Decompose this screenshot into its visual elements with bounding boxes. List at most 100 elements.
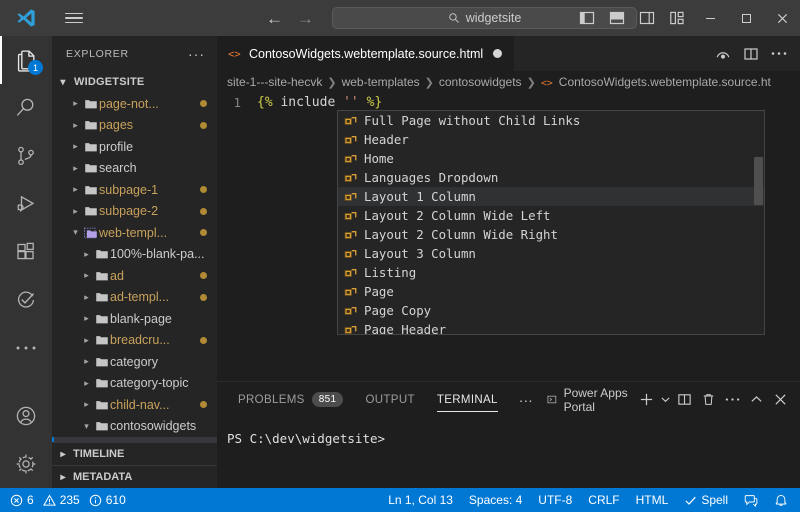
tree-item-page-not[interactable]: ▸ page-not...	[52, 93, 217, 115]
customize-layout-icon[interactable]	[662, 0, 692, 36]
tree-item-ad-templ[interactable]: ▸ ad-templ...	[52, 287, 217, 309]
tree-item-contosowidgets[interactable]: ▾ contosowidgets	[52, 416, 217, 438]
folder-icon	[93, 398, 110, 412]
panel-tab-output[interactable]: OUTPUT	[354, 382, 425, 417]
tree-item-search[interactable]: ▸ search	[52, 158, 217, 180]
terminal-profile-label: Power Apps Portal	[563, 385, 628, 414]
tree-item-subpage-1[interactable]: ▸ subpage-1	[52, 179, 217, 201]
status-problems[interactable]: 6 235 610	[10, 488, 126, 512]
close-panel-icon[interactable]	[768, 382, 792, 417]
navigation-controls: ← →	[266, 10, 314, 27]
terminal-output[interactable]: PS C:\dev\widgetsite>	[217, 417, 800, 446]
status-feedback[interactable]	[736, 488, 766, 512]
panel-more-actions-icon[interactable]	[720, 382, 744, 417]
open-preview-icon[interactable]	[710, 36, 736, 71]
suggestion-item[interactable]: Layout 2 Column Wide Right	[338, 225, 764, 244]
sidebar-section-timeline[interactable]: ▸ TIMELINE	[52, 442, 217, 465]
suggestion-item[interactable]: Page Header	[338, 320, 764, 334]
suggestion-item-label: Layout 3 Column	[364, 246, 476, 261]
tree-item-label: page-not...	[99, 96, 159, 111]
new-terminal-icon[interactable]	[634, 382, 658, 417]
minimize-button[interactable]	[692, 0, 728, 36]
maximize-button[interactable]	[728, 0, 764, 36]
tree-item-child-nav[interactable]: ▸ child-nav...	[52, 394, 217, 416]
terminal-profile-selector[interactable]: Power Apps Portal	[543, 386, 634, 414]
suggestion-item[interactable]: Layout 2 Column Wide Left	[338, 206, 764, 225]
folder-icon	[82, 183, 99, 197]
breadcrumb-item-file[interactable]: ContosoWidgets.webtemplate.source.ht	[559, 75, 771, 89]
panel-tab-problems[interactable]: PROBLEMS 851	[227, 382, 354, 417]
chevron-down-icon[interactable]	[658, 382, 672, 417]
tree-item-100-blank-pa[interactable]: ▸ 100%-blank-pa...	[52, 244, 217, 266]
tree-item-pages[interactable]: ▸ pages	[52, 115, 217, 137]
window-controls-area	[572, 0, 800, 36]
unsaved-indicator-icon[interactable]	[493, 49, 503, 58]
maximize-panel-chevron-up-icon[interactable]	[744, 382, 768, 417]
activity-bar-item-testing[interactable]	[0, 276, 52, 324]
suggestion-item-label: Languages Dropdown	[364, 170, 499, 185]
status-encoding[interactable]: UTF-8	[530, 488, 580, 512]
suggestion-item[interactable]: Listing	[338, 263, 764, 282]
status-spell-checker[interactable]: Spell	[676, 488, 736, 512]
suggestion-item[interactable]: Page Copy	[338, 301, 764, 320]
split-editor-icon[interactable]	[738, 36, 764, 71]
suggestion-scrollbar[interactable]	[754, 157, 763, 205]
suggestion-dropdown[interactable]: Full Page without Child Links Header Hom…	[337, 110, 765, 335]
activity-bar-item-settings[interactable]	[0, 440, 52, 488]
activity-bar-item-accounts[interactable]	[0, 392, 52, 440]
go-back-button[interactable]: ←	[266, 10, 283, 27]
activity-bar-item-run-and-debug[interactable]	[0, 180, 52, 228]
panel-more-tabs-icon[interactable]: ···	[509, 393, 543, 407]
close-button[interactable]	[764, 0, 800, 36]
suggestion-item[interactable]: Home	[338, 149, 764, 168]
status-indentation[interactable]: Spaces: 4	[461, 488, 530, 512]
suggestion-item[interactable]: Header	[338, 130, 764, 149]
status-language-mode[interactable]: HTML	[628, 488, 677, 512]
status-notifications[interactable]	[766, 488, 790, 512]
chevron-right-icon: ❯	[327, 76, 337, 89]
panel-tab-terminal[interactable]: TERMINAL	[426, 382, 509, 417]
breadcrumb-item-contosowidgets[interactable]: contosowidgets	[439, 75, 522, 89]
panel-tab-output-label: OUTPUT	[365, 393, 415, 406]
go-forward-button[interactable]: →	[297, 10, 314, 27]
breadcrumb-item-site[interactable]: site-1---site-hecvk	[227, 75, 322, 89]
tree-item-profile[interactable]: ▸ profile	[52, 136, 217, 158]
activity-bar-item-search[interactable]	[0, 84, 52, 132]
split-terminal-icon[interactable]	[672, 382, 696, 417]
toggle-secondary-sidebar-icon[interactable]	[632, 0, 662, 36]
tree-item-web-templ[interactable]: ▾ web-templ...	[52, 222, 217, 244]
editor-more-actions-icon[interactable]	[766, 36, 792, 71]
activity-bar-item-more[interactable]	[0, 324, 52, 372]
tree-item-category-topic[interactable]: ▸ category-topic	[52, 373, 217, 395]
tree-item-subpage-2[interactable]: ▸ subpage-2	[52, 201, 217, 223]
tree-item-blank-page[interactable]: ▸ blank-page	[52, 308, 217, 330]
kill-terminal-trash-icon[interactable]	[696, 382, 720, 417]
status-cursor-position[interactable]: Ln 1, Col 13	[380, 488, 461, 512]
code-editor[interactable]: 1 {% include '' %} Full Page without Chi…	[217, 93, 800, 381]
activity-bar-item-extensions[interactable]	[0, 228, 52, 276]
sidebar-section-metadata-label: METADATA	[73, 471, 133, 483]
file-tree: ▸ page-not... ▸ pages ▸ profile ▸ search ▸ s…	[52, 93, 217, 459]
modified-indicator-dot	[200, 186, 207, 194]
tree-item-breadcru[interactable]: ▸ breadcru...	[52, 330, 217, 352]
tree-item-ad[interactable]: ▸ ad	[52, 265, 217, 287]
explorer-root-section[interactable]: ▾ WIDGETSITE	[52, 71, 217, 93]
suggestion-item[interactable]: Layout 3 Column	[338, 244, 764, 263]
sidebar-more-actions-icon[interactable]: ···	[188, 47, 205, 61]
tree-item-category[interactable]: ▸ category	[52, 351, 217, 373]
suggestion-item[interactable]: Languages Dropdown	[338, 168, 764, 187]
search-icon	[16, 98, 34, 116]
toggle-panel-icon[interactable]	[602, 0, 632, 36]
toggle-primary-sidebar-icon[interactable]	[572, 0, 602, 36]
sidebar-section-metadata[interactable]: ▸ METADATA	[52, 465, 217, 488]
suggestion-item[interactable]: Page	[338, 282, 764, 301]
status-eol[interactable]: CRLF	[580, 488, 627, 512]
suggestion-item[interactable]: Full Page without Child Links	[338, 111, 764, 130]
activity-bar-item-source-control[interactable]	[0, 132, 52, 180]
editor-tab-contosowidgets[interactable]: <> ContosoWidgets.webtemplate.source.htm…	[217, 36, 516, 71]
suggestion-item[interactable]: Layout 1 Column	[338, 187, 764, 206]
folder-icon	[93, 333, 110, 347]
activity-bar-item-explorer[interactable]: 1	[0, 36, 52, 84]
main-menu-button[interactable]	[52, 0, 96, 36]
breadcrumb-item-web-templates[interactable]: web-templates	[342, 75, 420, 89]
